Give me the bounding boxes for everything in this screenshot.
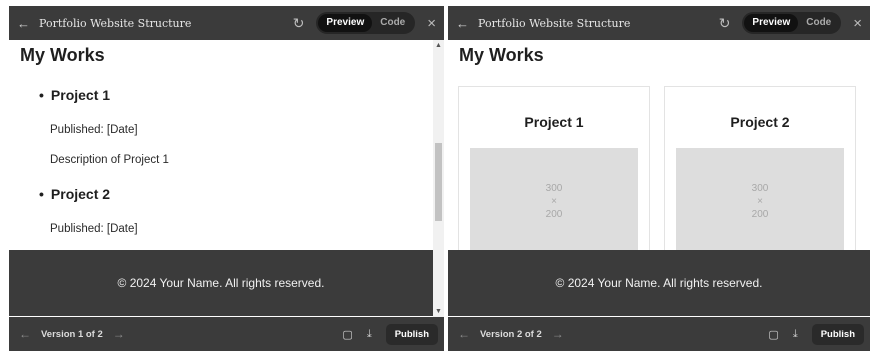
scrollbar[interactable]: ▲ ▼ xyxy=(433,40,444,317)
refresh-icon[interactable]: ↻ xyxy=(719,15,731,32)
placeholder-width: 300 xyxy=(545,183,563,194)
next-version-icon[interactable]: → xyxy=(113,327,125,341)
list-item: • Project 1 xyxy=(39,87,111,103)
placeholder-height: 200 xyxy=(751,209,769,220)
list-item: • Project 2 xyxy=(39,186,111,202)
prev-version-icon[interactable]: ← xyxy=(458,327,470,341)
prev-version-icon[interactable]: ← xyxy=(19,327,31,341)
preview-content: My Works • Project 1 Published: [Date] De… xyxy=(9,40,444,317)
back-arrow-icon[interactable]: ← xyxy=(456,16,478,31)
image-placeholder: 300 × 200 xyxy=(470,148,638,258)
artifact-title: Portfolio Website Structure xyxy=(478,16,631,30)
view-toggle: Preview Code xyxy=(742,12,842,34)
footer-text: © 2024 Your Name. All rights reserved. xyxy=(555,276,763,290)
published-date: Published: [Date] xyxy=(50,124,138,136)
preview-tab[interactable]: Preview xyxy=(744,14,799,32)
placeholder-times: × xyxy=(551,196,557,207)
download-icon[interactable]: ⤓ xyxy=(367,328,372,341)
back-arrow-icon[interactable]: ← xyxy=(17,16,39,31)
published-date: Published: [Date] xyxy=(50,223,138,235)
site-footer: © 2024 Your Name. All rights reserved. xyxy=(9,250,433,316)
placeholder-width: 300 xyxy=(751,183,769,194)
project-name: Project 2 xyxy=(50,186,111,202)
project-card: Project 2 300 × 200 xyxy=(664,86,856,258)
card-title: Project 1 xyxy=(524,114,584,130)
scroll-down-icon[interactable]: ▼ xyxy=(433,308,444,315)
version-bar: ← Version 1 of 2 → ▢ ⤓ Publish xyxy=(9,317,444,351)
download-icon[interactable]: ⤓ xyxy=(793,328,798,341)
artifact-panel-version-2: ← Portfolio Website Structure ↻ Preview … xyxy=(448,6,870,351)
site-footer: © 2024 Your Name. All rights reserved. xyxy=(448,250,870,316)
version-label: Version 1 of 2 xyxy=(41,328,103,340)
scrollbar-thumb[interactable] xyxy=(435,143,442,221)
artifact-panel-version-1: ← Portfolio Website Structure ↻ Preview … xyxy=(9,6,444,351)
close-icon[interactable]: × xyxy=(427,15,436,32)
placeholder-times: × xyxy=(757,196,763,207)
preview-tab[interactable]: Preview xyxy=(318,14,373,32)
view-toggle: Preview Code xyxy=(316,12,416,34)
image-placeholder: 300 × 200 xyxy=(676,148,844,258)
panel-topbar: ← Portfolio Website Structure ↻ Preview … xyxy=(9,6,444,40)
scroll-up-icon[interactable]: ▲ xyxy=(433,42,444,49)
publish-button[interactable]: Publish xyxy=(811,323,864,345)
panel-topbar: ← Portfolio Website Structure ↻ Preview … xyxy=(448,6,870,40)
artifact-title: Portfolio Website Structure xyxy=(39,16,192,30)
placeholder-height: 200 xyxy=(545,209,563,220)
project-card: Project 1 300 × 200 xyxy=(458,86,650,258)
footer-text: © 2024 Your Name. All rights reserved. xyxy=(117,276,325,290)
copy-icon[interactable]: ▢ xyxy=(342,328,352,341)
card-title: Project 2 xyxy=(730,114,790,130)
refresh-icon[interactable]: ↻ xyxy=(293,15,305,32)
project-name: Project 1 xyxy=(50,87,111,103)
version-label: Version 2 of 2 xyxy=(480,328,542,340)
preview-content: My Works Project 1 300 × 200 Project 2 3… xyxy=(448,40,870,317)
version-bar: ← Version 2 of 2 → ▢ ⤓ Publish xyxy=(448,317,870,351)
code-tab[interactable]: Code xyxy=(798,14,839,32)
page-heading: My Works xyxy=(459,45,544,65)
code-tab[interactable]: Code xyxy=(372,14,413,32)
project-description: Description of Project 1 xyxy=(50,154,169,166)
copy-icon[interactable]: ▢ xyxy=(768,328,778,341)
page-heading: My Works xyxy=(20,45,105,65)
next-version-icon[interactable]: → xyxy=(552,327,564,341)
publish-button[interactable]: Publish xyxy=(385,323,438,345)
close-icon[interactable]: × xyxy=(853,15,862,32)
